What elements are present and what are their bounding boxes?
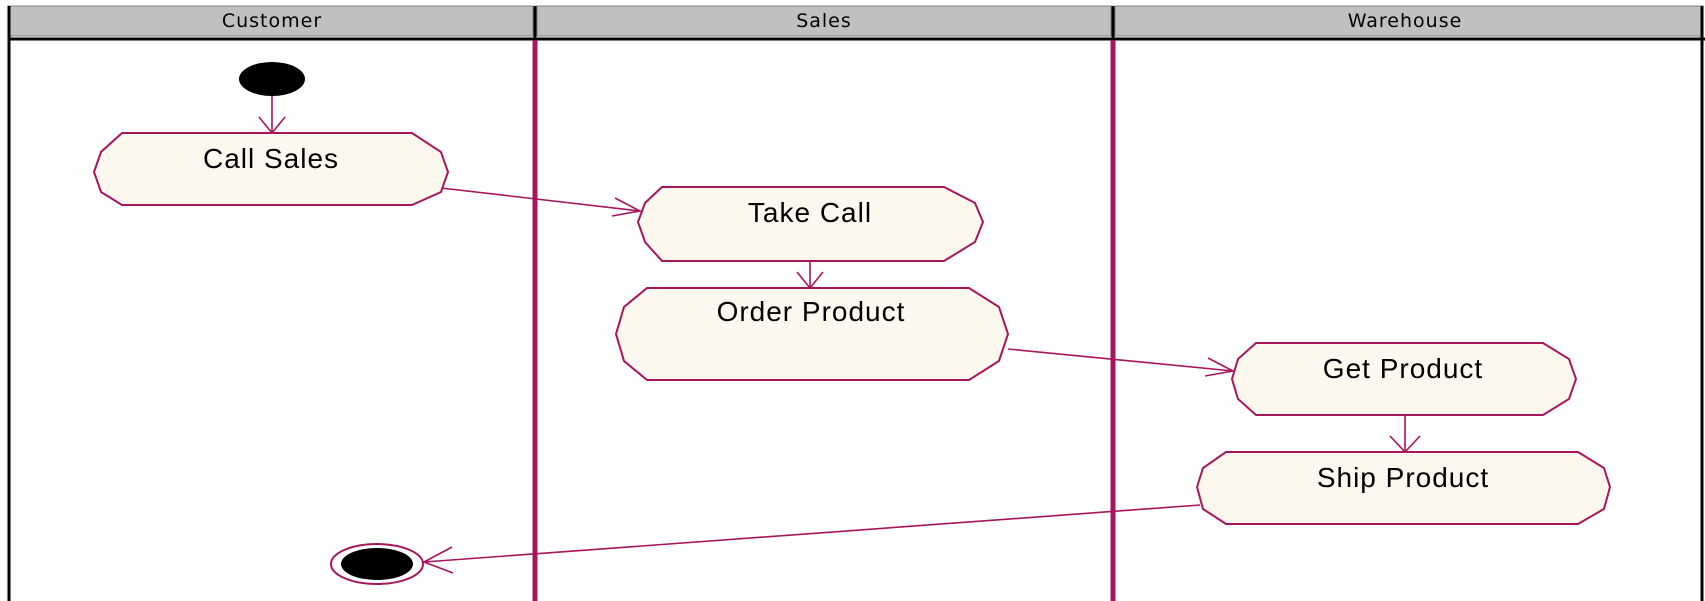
activity-label-call-sales: Call Sales — [203, 143, 339, 174]
activity-label-order-product: Order Product — [717, 296, 906, 327]
flow-ship-product-to-end — [422, 504, 1201, 574]
activity-label-take-call: Take Call — [748, 197, 872, 228]
lane-header-sales[interactable]: Sales — [536, 5, 1112, 37]
flow-take-call-to-order-product — [796, 262, 824, 290]
final-node[interactable] — [330, 543, 424, 585]
flow-get-product-to-ship-product — [1389, 416, 1421, 454]
lane-label-sales: Sales — [796, 10, 852, 32]
activity-call-sales[interactable]: Call Sales — [92, 132, 450, 206]
activity-label-get-product: Get Product — [1323, 353, 1483, 384]
activity-ship-product[interactable]: Ship Product — [1195, 451, 1612, 525]
lane-header-warehouse[interactable]: Warehouse — [1114, 5, 1704, 37]
lane-header-customer[interactable]: Customer — [7, 5, 534, 37]
activity-get-product[interactable]: Get Product — [1230, 342, 1578, 416]
activity-order-product[interactable]: Order Product — [614, 287, 1010, 381]
flow-call-sales-to-take-call — [440, 187, 643, 217]
flow-start-to-call-sales — [258, 96, 286, 135]
initial-node[interactable] — [239, 62, 305, 96]
lane-label-customer: Customer — [222, 10, 322, 32]
activity-take-call[interactable]: Take Call — [636, 186, 985, 262]
flow-order-product-to-get-product — [1007, 348, 1236, 377]
lane-label-warehouse: Warehouse — [1348, 10, 1463, 32]
activity-diagram: Customer Sales Warehouse Call Sales Take… — [7, 5, 1705, 601]
activity-label-ship-product: Ship Product — [1317, 462, 1489, 493]
